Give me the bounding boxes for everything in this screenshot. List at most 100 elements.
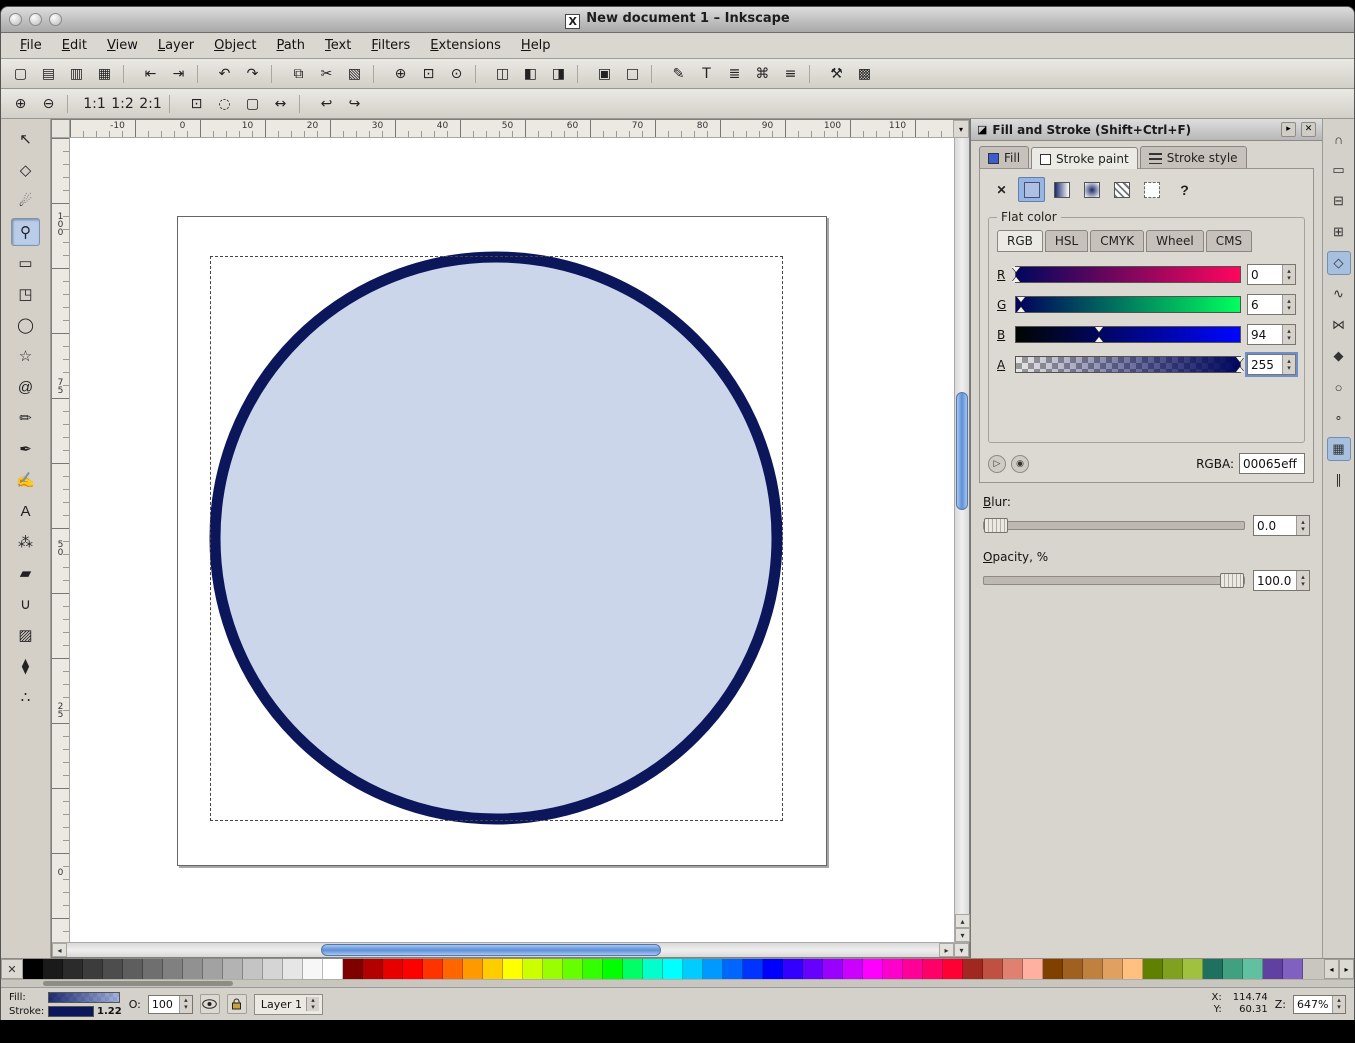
palette-swatch[interactable]: [23, 959, 43, 979]
ellipse-tool[interactable]: ◯: [11, 311, 40, 339]
channel-value-input[interactable]: [1248, 265, 1282, 284]
palette-swatch[interactable]: [1163, 959, 1183, 979]
spiral-tool[interactable]: @: [11, 373, 40, 401]
separator[interactable]: [373, 65, 382, 83]
zoom-drawing-button[interactable]: ◌: [211, 91, 238, 116]
out-of-gamut-button[interactable]: ▷: [988, 455, 1006, 473]
channel-slider[interactable]: [1015, 356, 1241, 373]
palette-swatch[interactable]: [903, 959, 923, 979]
palette-swatch[interactable]: [183, 959, 203, 979]
rgba-input[interactable]: [1240, 454, 1304, 473]
snap-paths-button[interactable]: ∿: [1327, 282, 1351, 306]
palette-swatch[interactable]: [943, 959, 963, 979]
snap-path-intersections-button[interactable]: ⋈: [1327, 313, 1351, 337]
canvas-corner-button[interactable]: ▾: [954, 943, 969, 957]
unknown-paint-button[interactable]: ?: [1168, 177, 1195, 202]
separator[interactable]: [271, 65, 280, 83]
palette-swatch[interactable]: [403, 959, 423, 979]
save-document-button[interactable]: ▥: [63, 61, 90, 86]
snap-nodes-button[interactable]: ◇: [1327, 251, 1351, 275]
paint-bucket-tool[interactable]: ∪: [11, 590, 40, 618]
channel-spinbox[interactable]: ▴▾: [1247, 354, 1296, 375]
minimize-button[interactable]: [29, 13, 42, 26]
import-button[interactable]: ⇤: [137, 61, 164, 86]
menu-item[interactable]: Filters: [362, 35, 419, 56]
scroll-right-button[interactable]: ▸: [939, 943, 954, 957]
palette-swatch[interactable]: [263, 959, 283, 979]
duplicate-button[interactable]: ◫: [489, 61, 516, 86]
menu-item[interactable]: File: [11, 35, 51, 56]
node-tool[interactable]: ◇: [11, 156, 40, 184]
spin-arrows[interactable]: ▴▾: [1282, 265, 1295, 284]
palette-swatch[interactable]: [623, 959, 643, 979]
palette-swatch[interactable]: [1203, 959, 1223, 979]
align-dialog-button[interactable]: ≡: [777, 61, 804, 86]
eraser-tool[interactable]: ▰: [11, 559, 40, 587]
window-titlebar[interactable]: XNew document 1 – Inkscape: [1, 7, 1354, 33]
palette-scroll-left-button[interactable]: ◂: [1324, 959, 1339, 979]
flat-color-button[interactable]: [1018, 177, 1045, 202]
palette-swatch[interactable]: [543, 959, 563, 979]
linear-gradient-button[interactable]: [1048, 177, 1075, 202]
palette-swatch[interactable]: [643, 959, 663, 979]
zoom-out-button[interactable]: ⊖: [35, 91, 62, 116]
color-space-tab[interactable]: CMS: [1206, 230, 1252, 252]
zoom-previous-button[interactable]: ↩: [313, 91, 340, 116]
export-button[interactable]: ⇥: [165, 61, 192, 86]
palette-swatch[interactable]: [1143, 959, 1163, 979]
dock-toggle-button[interactable]: ▸: [1281, 122, 1296, 137]
palette-swatch[interactable]: [1263, 959, 1283, 979]
zoom-input[interactable]: [1294, 996, 1332, 1013]
palette-swatch[interactable]: [243, 959, 263, 979]
connector-tool[interactable]: ∴: [11, 683, 40, 711]
palette-swatch[interactable]: [923, 959, 943, 979]
palette-swatch[interactable]: [363, 959, 383, 979]
blur-input[interactable]: [1254, 516, 1296, 535]
palette-swatch[interactable]: [83, 959, 103, 979]
opacity-slider[interactable]: [983, 576, 1245, 585]
unlink-clone-button[interactable]: ◨: [545, 61, 572, 86]
palette-swatch[interactable]: [1063, 959, 1083, 979]
swatch-button[interactable]: [1138, 177, 1165, 202]
spin-arrows[interactable]: ▴▾: [306, 997, 319, 1011]
maximize-button[interactable]: [49, 13, 62, 26]
text-dialog-button[interactable]: T: [693, 61, 720, 86]
palette-swatch[interactable]: [523, 959, 543, 979]
spin-arrows[interactable]: ▴▾: [1282, 355, 1295, 374]
zoom-drawing-button[interactable]: ⊕: [387, 61, 414, 86]
document-properties-button[interactable]: ▩: [851, 61, 878, 86]
palette-swatch[interactable]: [1183, 959, 1203, 979]
spin-arrows[interactable]: ▴▾: [1296, 516, 1309, 535]
panel-titlebar[interactable]: ◪ Fill and Stroke (Shift+Ctrl+F) ▸ ✕: [971, 119, 1322, 141]
snap-bbox-corners-button[interactable]: ⊞: [1327, 220, 1351, 244]
palette-swatch[interactable]: [1103, 959, 1123, 979]
channel-slider[interactable]: [1015, 266, 1241, 283]
dropper-tool[interactable]: ⧫: [11, 652, 40, 680]
object-opacity-input[interactable]: [149, 996, 179, 1013]
color-space-tab[interactable]: Wheel: [1146, 230, 1204, 252]
redo-button[interactable]: ↷: [239, 61, 266, 86]
fill-swatch[interactable]: [48, 992, 120, 1003]
separator[interactable]: [809, 65, 818, 83]
palette-swatch[interactable]: [563, 959, 583, 979]
zoom-selection-button[interactable]: ⊡: [183, 91, 210, 116]
channel-spinbox[interactable]: ▴▾: [1247, 294, 1296, 315]
zoom-2-1-button[interactable]: 2:1: [137, 91, 164, 116]
channel-value-input[interactable]: [1248, 355, 1282, 374]
scroll-down-button[interactable]: ▾: [955, 928, 970, 942]
open-document-button[interactable]: ▤: [35, 61, 62, 86]
color-space-tab[interactable]: RGB: [997, 230, 1043, 252]
separator[interactable]: [67, 95, 76, 113]
box-3d-tool[interactable]: ◳: [11, 280, 40, 308]
spray-tool[interactable]: ⁂: [11, 528, 40, 556]
palette-swatch[interactable]: [203, 959, 223, 979]
cms-adjust-button[interactable]: ▾: [953, 120, 969, 138]
zoom-page-button[interactable]: ⊙: [443, 61, 470, 86]
layer-selector[interactable]: Layer 1 ▴▾: [254, 994, 323, 1015]
palette-swatch[interactable]: [843, 959, 863, 979]
zoom-1-2-button[interactable]: 1:2: [109, 91, 136, 116]
layers-dialog-button[interactable]: ≣: [721, 61, 748, 86]
menu-item[interactable]: Text: [316, 35, 360, 56]
snap-bbox-button[interactable]: ▭: [1327, 158, 1351, 182]
channel-spinbox[interactable]: ▴▾: [1247, 324, 1296, 345]
